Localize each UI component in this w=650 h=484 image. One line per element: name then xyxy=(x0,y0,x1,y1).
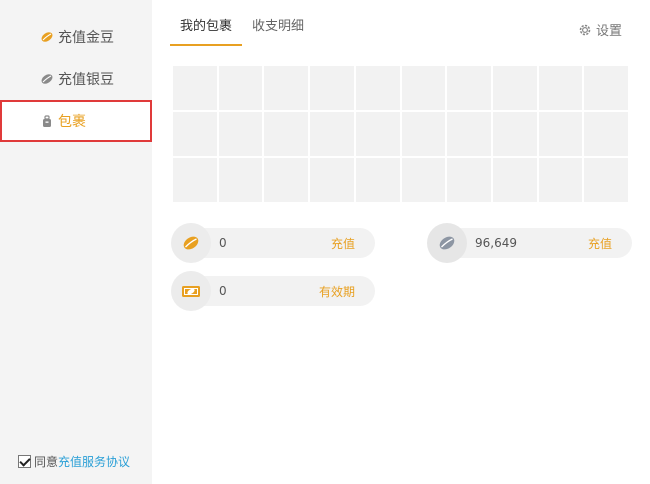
package-slot[interactable] xyxy=(264,158,309,202)
package-slot[interactable] xyxy=(310,158,354,202)
package-slot[interactable] xyxy=(310,66,354,110)
silver-recharge-link[interactable]: 充值 xyxy=(588,235,612,252)
sidebar-item-silver-recharge[interactable]: 充值银豆 xyxy=(0,58,152,100)
tab-my-package[interactable]: 我的包裹 xyxy=(170,0,243,46)
silver-balance-value: 96,649 xyxy=(475,236,517,250)
package-slot[interactable] xyxy=(401,66,446,110)
tab-transaction-details[interactable]: 收支明细 xyxy=(242,0,314,46)
package-grid xyxy=(173,66,628,202)
package-slot[interactable] xyxy=(173,66,217,110)
ticket-validity-link[interactable]: 有效期 xyxy=(319,283,355,300)
package-slot[interactable] xyxy=(401,158,446,202)
gold-recharge-link[interactable]: 充值 xyxy=(331,235,355,252)
gold-bean-icon xyxy=(41,32,53,42)
package-slot[interactable] xyxy=(310,112,354,156)
agreement: 同意 充值服务协议 xyxy=(18,453,130,470)
settings-label: 设置 xyxy=(596,24,623,39)
package-slot[interactable] xyxy=(538,158,583,202)
gold-balance-value: 0 xyxy=(219,236,227,250)
gold-balance: 0 充值 xyxy=(171,223,375,263)
package-slot[interactable] xyxy=(584,112,628,156)
package-slot[interactable] xyxy=(355,112,400,156)
gold-bean-icon xyxy=(183,236,199,250)
gear-icon xyxy=(579,24,591,35)
silver-bean-badge xyxy=(427,223,467,263)
ticket-balance-value: 0 xyxy=(219,284,227,298)
sidebar-item-label: 充值金豆 xyxy=(58,30,114,46)
settings-button[interactable]: 设置 xyxy=(578,20,622,39)
agreement-prefix: 同意 xyxy=(34,455,59,469)
package-slot[interactable] xyxy=(538,112,583,156)
package-slot[interactable] xyxy=(401,112,446,156)
package-slot[interactable] xyxy=(173,112,217,156)
package-slot[interactable] xyxy=(492,158,537,202)
package-slot[interactable] xyxy=(173,158,217,202)
package-slot[interactable] xyxy=(584,66,628,110)
gold-bean-badge xyxy=(171,223,211,263)
package-slot[interactable] xyxy=(447,112,491,156)
ticket-badge xyxy=(171,271,211,311)
service-agreement-link[interactable]: 充值服务协议 xyxy=(58,453,130,470)
package-slot[interactable] xyxy=(218,66,263,110)
silver-bean-icon xyxy=(439,236,455,250)
package-slot[interactable] xyxy=(447,158,491,202)
package-slot[interactable] xyxy=(355,158,400,202)
tab-bar: 我的包裹 收支明细 xyxy=(170,0,314,46)
sidebar-item-label: 充值银豆 xyxy=(58,72,114,88)
package-slot[interactable] xyxy=(355,66,400,110)
agreement-checkbox[interactable] xyxy=(18,455,31,468)
silver-balance: 96,649 充值 xyxy=(427,223,632,263)
silver-bean-icon xyxy=(41,74,53,84)
sidebar-item-package[interactable]: 包裹 xyxy=(0,100,152,142)
package-slot[interactable] xyxy=(264,66,309,110)
package-slot[interactable] xyxy=(218,158,263,202)
package-slot[interactable] xyxy=(264,112,309,156)
package-slot[interactable] xyxy=(538,66,583,110)
ticket-balance: 0 有效期 xyxy=(171,271,375,311)
package-slot[interactable] xyxy=(447,66,491,110)
package-icon xyxy=(43,115,51,127)
sidebar-item-label: 包裹 xyxy=(58,114,86,130)
package-slot[interactable] xyxy=(492,66,537,110)
package-slot[interactable] xyxy=(218,112,263,156)
sidebar-item-gold-recharge[interactable]: 充值金豆 xyxy=(0,16,152,58)
package-slot[interactable] xyxy=(584,158,628,202)
package-slot[interactable] xyxy=(492,112,537,156)
sidebar: 充值金豆 充值银豆 包裹 同意 充值服务协议 xyxy=(0,0,152,484)
ticket-icon xyxy=(182,286,200,297)
